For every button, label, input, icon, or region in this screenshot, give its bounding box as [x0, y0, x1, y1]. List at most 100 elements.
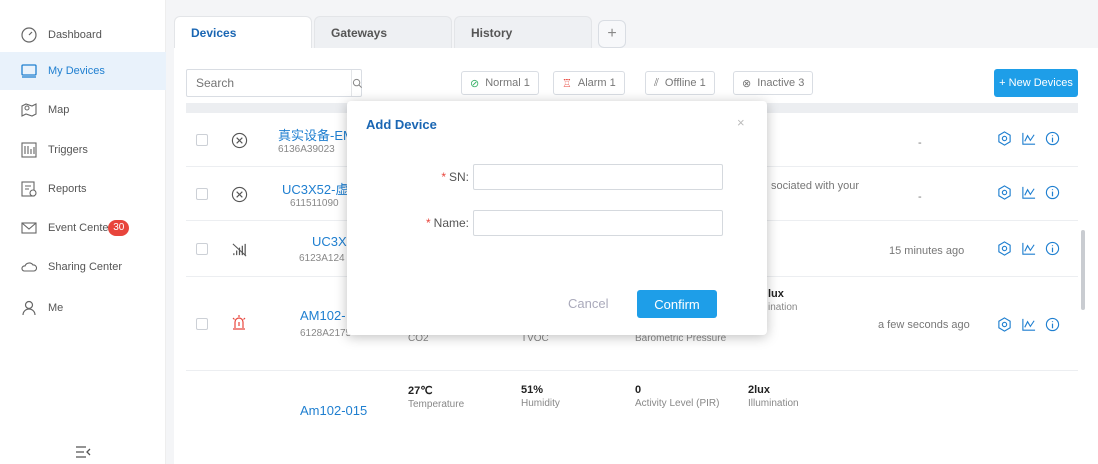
chart-icon[interactable] [1020, 316, 1036, 332]
sidebar-item-dashboard[interactable]: Dashboard [0, 16, 166, 54]
tab-bar: Devices Gateways History + [174, 16, 626, 48]
info-icon[interactable] [1044, 316, 1060, 332]
settings-icon[interactable] [996, 240, 1012, 256]
filter-normal[interactable]: ⊘ Normal 1 [461, 71, 539, 95]
search-icon[interactable] [351, 70, 363, 96]
last-updated: a few seconds ago [878, 319, 970, 331]
envelope-icon [19, 218, 39, 238]
metric-label: Humidity [521, 398, 560, 409]
row-checkbox[interactable] [196, 134, 208, 146]
alarm-icon: ♖ [562, 77, 572, 90]
sidebar-item-me[interactable]: Me [0, 289, 166, 327]
last-updated: - [918, 137, 922, 149]
sidebar-item-map[interactable]: Map [0, 91, 166, 129]
filter-count: 1 [609, 77, 616, 89]
user-icon [19, 298, 39, 318]
sidebar: Dashboard My Devices Map Triggers Report… [0, 0, 166, 464]
sidebar-item-label: Event Center [48, 222, 113, 234]
sidebar-item-triggers[interactable]: Triggers [0, 131, 166, 169]
sidebar-item-reports[interactable]: Reports [0, 170, 166, 208]
filter-inactive[interactable]: ⊗ Inactive 3 [733, 71, 814, 95]
chart-icon[interactable] [1020, 184, 1036, 200]
sidebar-item-event-center[interactable]: Event Center 30 [0, 209, 166, 247]
tab-gateways[interactable]: Gateways [314, 16, 452, 48]
x-circle-icon: ⊗ [742, 77, 752, 90]
row-checkbox[interactable] [196, 243, 208, 255]
search-input[interactable] [187, 70, 351, 96]
sidebar-item-label: Dashboard [48, 29, 102, 41]
required-mark: * [425, 216, 431, 230]
row-checkbox[interactable] [196, 318, 208, 330]
metric-value: 51% [521, 384, 544, 396]
sidebar-item-my-devices[interactable]: My Devices [0, 52, 166, 90]
metric-illumination: 2lux Illumination [748, 384, 799, 409]
info-icon[interactable] [1044, 240, 1060, 256]
device-sn: 6123A124 [299, 253, 345, 264]
metric-humidity: 51% Humidity [521, 384, 560, 409]
table-row[interactable]: Am102-015 27℃ Temperature 51% Humidity 0… [186, 371, 1078, 431]
reports-icon [19, 179, 39, 199]
device-name-link[interactable]: 真实设备-EM [278, 125, 354, 144]
device-name-link[interactable]: UC3X52-虚 [282, 179, 348, 198]
inactive-status-icon [229, 184, 249, 204]
signal-off-icon: ⫽ [654, 76, 659, 89]
add-tab-button[interactable]: + [598, 20, 626, 48]
add-device-dialog: Add Device × * SN: * Name: Cancel Confirm [347, 101, 767, 335]
metric-value: lux [768, 288, 784, 300]
row-actions [996, 184, 1060, 200]
name-label: * Name: [407, 216, 469, 230]
sidebar-item-label: Me [48, 302, 64, 314]
tab-history[interactable]: History [454, 16, 592, 48]
dashboard-gauge-icon [19, 25, 39, 45]
settings-icon[interactable] [996, 130, 1012, 146]
metric-label: Activity Level (PIR) [635, 398, 720, 409]
info-icon[interactable] [1044, 130, 1060, 146]
metric-activity: 0 Activity Level (PIR) [635, 384, 719, 409]
tab-devices[interactable]: Devices [174, 16, 312, 48]
field-label: Name: [433, 216, 469, 230]
sn-input[interactable] [473, 164, 723, 190]
map-icon [19, 100, 39, 120]
chart-icon[interactable] [1020, 240, 1036, 256]
metric-value: 0 [635, 384, 642, 396]
sidebar-item-label: Map [48, 104, 70, 116]
close-icon[interactable]: × [737, 115, 745, 130]
device-name-link[interactable]: Am102-015 [300, 403, 367, 418]
cloud-icon [19, 257, 39, 277]
sidebar-item-sharing-center[interactable]: Sharing Center [0, 248, 166, 286]
filter-label: Inactive [757, 77, 796, 89]
filter-label: Alarm [577, 77, 607, 89]
settings-icon[interactable] [996, 316, 1012, 332]
field-label: SN: [448, 170, 469, 184]
device-sn: 6136A39023 [278, 144, 335, 155]
filter-offline[interactable]: ⫽ Offline 1 [645, 71, 715, 95]
device-name-link[interactable]: AM102- [300, 308, 346, 323]
monitor-icon [19, 61, 39, 81]
new-device-button[interactable]: + New Devices [994, 69, 1078, 97]
required-mark: * [441, 170, 446, 184]
row-actions [996, 240, 1060, 256]
metric-label: Illumination [748, 398, 799, 409]
triggers-icon [19, 140, 39, 160]
info-icon[interactable] [1044, 184, 1060, 200]
metric-label: Temperature [408, 399, 465, 410]
confirm-button[interactable]: Confirm [637, 290, 717, 318]
cancel-button[interactable]: Cancel [568, 296, 608, 311]
filter-count: 1 [523, 77, 530, 89]
metric-temperature: 27℃ Temperature [408, 384, 464, 410]
metric-value: 2lux [748, 384, 771, 396]
sidebar-item-label: My Devices [48, 65, 105, 77]
row-actions [996, 130, 1060, 146]
settings-icon[interactable] [996, 184, 1012, 200]
search-box [186, 69, 362, 97]
filter-count: 1 [699, 77, 706, 89]
chart-icon[interactable] [1020, 130, 1036, 146]
event-count-badge: 30 [108, 220, 130, 236]
check-circle-icon: ⊘ [470, 77, 480, 90]
collapse-menu-icon[interactable] [72, 444, 94, 460]
filter-count: 3 [798, 77, 805, 89]
vertical-scrollbar[interactable] [1081, 230, 1085, 310]
filter-alarm[interactable]: ♖ Alarm 1 [553, 71, 625, 95]
row-checkbox[interactable] [196, 188, 208, 200]
name-input[interactable] [473, 210, 723, 236]
